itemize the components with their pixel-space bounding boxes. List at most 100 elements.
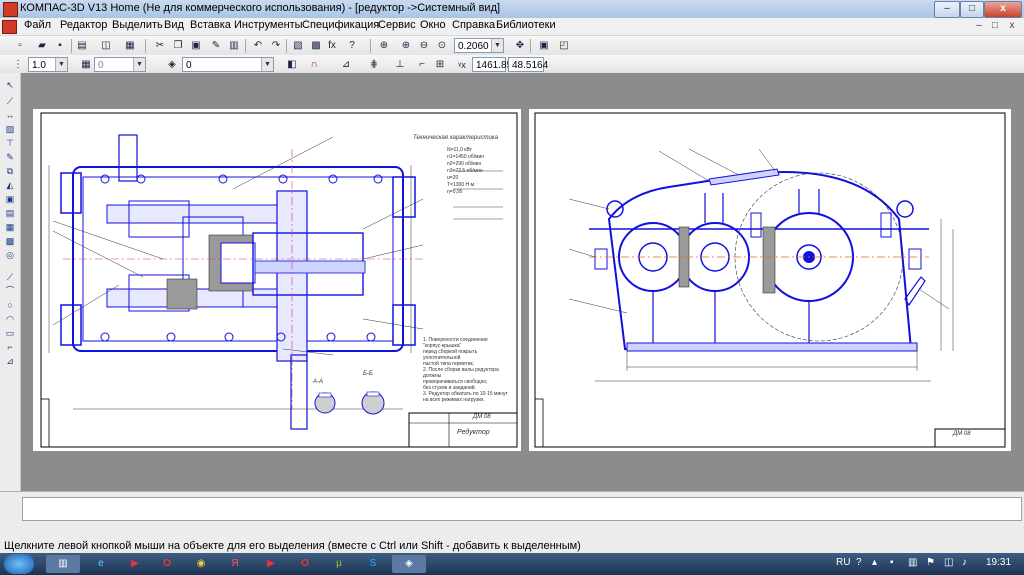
arc-tool-icon[interactable]: ◠ [3, 313, 17, 325]
layer-combo[interactable]: 0 ▼ [182, 57, 274, 72]
flag-icon[interactable]: ⚑ [926, 557, 935, 568]
menu-file[interactable]: Файл [22, 19, 53, 31]
geometry-tool-icon[interactable]: ⟋ [3, 95, 17, 107]
menu-select[interactable]: Выделить [110, 19, 165, 31]
spec-tool-icon[interactable]: ▦ [3, 221, 17, 233]
network-icon[interactable]: ▥ [908, 557, 917, 568]
zoom-combo[interactable]: 0.2060 ▼ [454, 38, 504, 53]
paste-icon[interactable]: ▣ [188, 38, 204, 54]
close-button[interactable]: x [984, 1, 1022, 18]
clock[interactable]: 19:31 [986, 557, 1011, 568]
drawing-canvas[interactable]: Техническая характеристика N=11,0 кВт n1… [21, 73, 1024, 491]
menu-window[interactable]: Окно [418, 19, 448, 31]
designations-tool-icon[interactable]: ⊤ [3, 137, 17, 149]
torrent-icon[interactable]: µ [322, 555, 356, 573]
doc-restore-button[interactable]: □ [988, 19, 1002, 33]
redraw-icon[interactable]: ◰ [556, 38, 572, 54]
redo-icon[interactable]: ↷ [268, 38, 284, 54]
cut-icon[interactable]: ✂ [152, 38, 168, 54]
polyline-tool-icon[interactable]: ⌒ [3, 285, 17, 297]
fx-icon[interactable]: fx [324, 38, 340, 54]
media-icon[interactable]: ▶ [254, 555, 288, 573]
minimize-button[interactable]: – [934, 1, 960, 18]
copy-icon[interactable]: ❐ [170, 38, 186, 54]
kompas-taskbar-icon[interactable]: ◈ [392, 555, 426, 573]
format-brush-icon[interactable]: ✎ [208, 38, 224, 54]
layer-properties-icon[interactable]: ◧ [284, 57, 300, 73]
hatch-tool-icon[interactable]: ▨ [3, 123, 17, 135]
step-cursor-icon[interactable]: ⋮ [10, 57, 26, 73]
variables-icon[interactable]: ▩ [308, 38, 324, 54]
line-scale-combo[interactable]: 1.0 ▼ [28, 57, 68, 72]
chamfer-tool-icon[interactable]: ⊿ [3, 355, 17, 367]
edit-tool-icon[interactable]: ✎ [3, 151, 17, 163]
select-tool-icon[interactable]: ▣ [3, 193, 17, 205]
local-cs-icon[interactable]: ⊥ [392, 57, 408, 73]
orthogonal-icon[interactable]: ⊿ [338, 57, 354, 73]
doc-minimize-button[interactable]: – [972, 19, 986, 33]
document-icon[interactable] [2, 20, 17, 34]
grid-icon[interactable]: ⋕ [366, 57, 382, 73]
help-icon[interactable]: ? [856, 557, 862, 568]
ie-icon[interactable]: e [84, 555, 118, 573]
snap-settings-icon[interactable]: ⊞ [432, 57, 448, 73]
chevron-down-icon[interactable]: ▼ [55, 58, 67, 71]
sheet-left[interactable]: Техническая характеристика N=11,0 кВт n1… [33, 109, 521, 451]
zoom-window-icon[interactable]: ⊕ [376, 38, 392, 54]
magnet-icon[interactable]: ∩ [306, 57, 322, 73]
parametrization-tool-icon[interactable]: ⧉ [3, 165, 17, 177]
media-player-icon[interactable]: ▶ [118, 555, 152, 573]
print-icon[interactable]: ▤ [74, 38, 90, 54]
rect-tool-icon[interactable]: ▭ [3, 327, 17, 339]
fillet-tool-icon[interactable]: ⌐ [3, 341, 17, 353]
report-tool-icon[interactable]: ▩ [3, 235, 17, 247]
menu-specification[interactable]: Спецификация [300, 19, 381, 31]
opera-icon[interactable]: O [150, 555, 184, 573]
menu-help[interactable]: Справка [450, 19, 497, 31]
explorer-icon[interactable]: ▥ [46, 555, 80, 573]
associative-view-icon[interactable]: ▤ [3, 207, 17, 219]
start-button[interactable] [4, 554, 34, 574]
style-icon[interactable]: ▦ [78, 57, 94, 73]
volume-icon[interactable]: ♪ [962, 557, 967, 568]
coord-x-field[interactable]: 1461.85 [472, 57, 512, 72]
refresh-view-icon[interactable]: ▣ [536, 38, 552, 54]
layers-icon[interactable]: ◈ [164, 57, 180, 73]
chrome-icon[interactable]: ◉ [184, 555, 218, 573]
pan-icon[interactable]: ✥ [512, 38, 528, 54]
undo-icon[interactable]: ↶ [250, 38, 266, 54]
tray-app-icon[interactable]: ▪ [890, 557, 894, 568]
zoom-in-icon[interactable]: ⊕ [398, 38, 414, 54]
yandex-icon[interactable]: Я [218, 555, 252, 573]
menu-service[interactable]: Сервис [376, 19, 418, 31]
chevron-down-icon[interactable]: ▼ [261, 58, 273, 71]
tray-expand-icon[interactable]: ▴ [872, 557, 877, 568]
maximize-button[interactable]: □ [960, 1, 984, 18]
dimensions-tool-icon[interactable]: ↔ [3, 109, 17, 121]
coord-y-field[interactable]: 48.5164 [508, 57, 548, 72]
open-folder-icon[interactable]: ▰ [34, 38, 50, 54]
new-document-icon[interactable]: ▫ [12, 38, 28, 54]
line-tool-icon[interactable]: ⟋ [3, 271, 17, 283]
save-icon[interactable]: ▪ [52, 38, 68, 54]
menu-libraries[interactable]: Библиотеки [494, 19, 558, 31]
menu-insert[interactable]: Вставка [188, 19, 233, 31]
skype-icon[interactable]: S [356, 555, 390, 573]
chevron-down-icon[interactable]: ▼ [133, 58, 145, 71]
menu-editor[interactable]: Редактор [58, 19, 109, 31]
kompas-app-icon[interactable] [3, 2, 18, 17]
menu-tools[interactable]: Инструменты [232, 19, 305, 31]
zoom-out-icon[interactable]: ⊖ [416, 38, 432, 54]
chevron-down-icon[interactable]: ▼ [491, 39, 503, 52]
opera-second-icon[interactable]: O [288, 555, 322, 573]
property-panel-field[interactable] [22, 497, 1022, 521]
language-indicator[interactable]: RU [836, 557, 850, 568]
sheet-right[interactable]: ДМ 08 [529, 109, 1011, 451]
style-combo[interactable]: 0 ▼ [94, 57, 146, 72]
menu-view[interactable]: Вид [162, 19, 186, 31]
circle-tool-icon[interactable]: ○ [3, 299, 17, 311]
manager-icon[interactable]: ▧ [290, 38, 306, 54]
insert-tool-icon[interactable]: ◎ [3, 249, 17, 261]
network-status-icon[interactable]: ◫ [944, 557, 953, 568]
clipboard-icon[interactable]: ▥ [226, 38, 242, 54]
